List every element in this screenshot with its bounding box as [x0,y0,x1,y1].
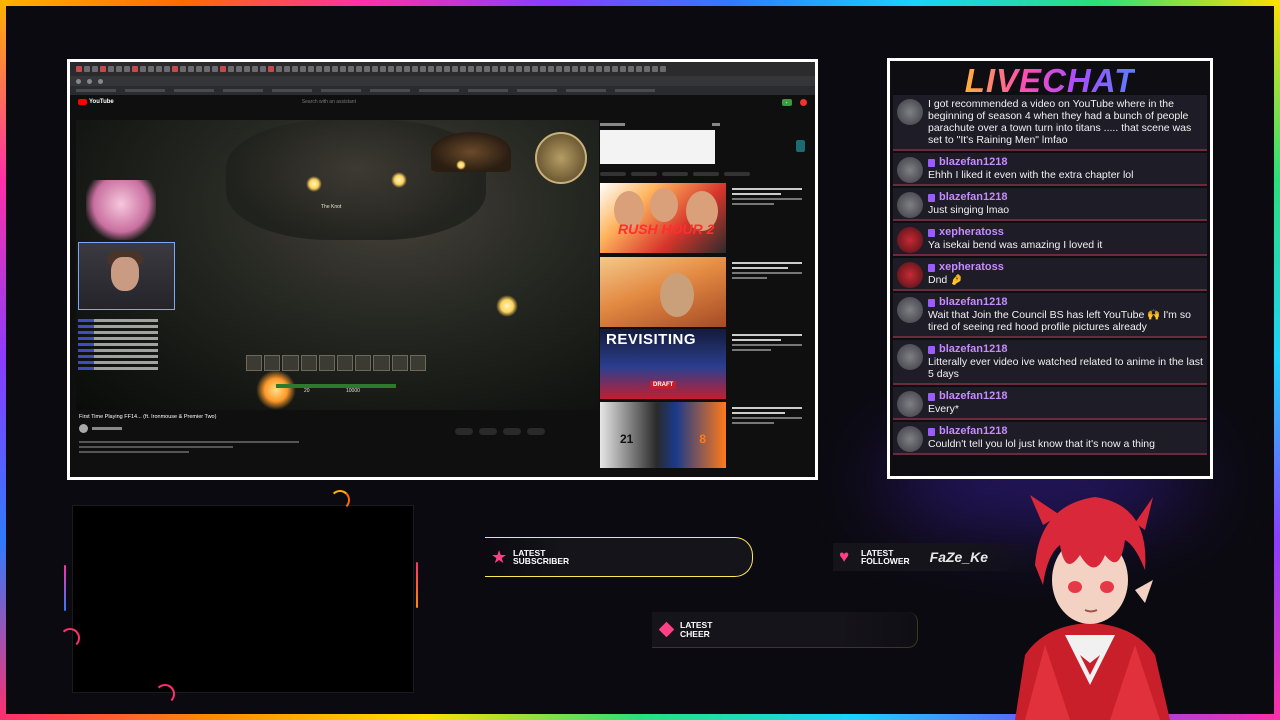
badge-icon [928,427,935,436]
spell-effect [256,370,296,410]
decor-ring [330,490,350,510]
badge-icon [928,193,935,202]
video-actions [455,428,545,435]
youtube-search-input[interactable]: Search with an assistant [302,99,442,105]
panel-edge-glow [64,565,66,611]
lantern-light [306,176,322,192]
badge-icon [928,298,935,307]
lantern-light [496,295,518,317]
download-button[interactable] [503,428,521,435]
ad-header [600,121,720,128]
diamond-icon [658,621,675,638]
recommendation-chips[interactable] [600,172,800,177]
chat-message: blazefan1218 Ehhh I liked it even with t… [893,153,1207,186]
lantern-light [391,172,407,188]
thumbnail-meta[interactable] [732,259,802,282]
hp-value: 10000 [346,388,360,394]
user-avatar [897,227,923,253]
thumbnail-meta[interactable] [732,185,802,208]
badge-icon [928,228,935,237]
chat-message: blazefan1218 Just singing lmao [893,188,1207,221]
reload-icon[interactable] [98,78,103,84]
user-avatar [897,262,923,288]
chat-message: I got recommended a video on YouTube whe… [893,95,1207,151]
embedded-chat [78,316,158,373]
chat-message: blazefan1218 Couldn't tell you lol just … [893,422,1207,455]
user-avatar [897,297,923,323]
webcam-overlay [78,242,175,310]
forward-icon[interactable] [87,78,92,84]
video-title: First Time Playing FF14... (ft. Ironmous… [79,414,217,420]
channel-info[interactable] [79,424,122,433]
recommended-thumbnail[interactable]: RUSH HOUR 2 [600,183,726,253]
frame-left-border [0,0,6,720]
badge-icon [928,392,935,401]
screen-capture: YouTube Search with an assistant + The K… [67,59,818,480]
recommended-thumbnail[interactable]: REVISITING DRAFT [600,329,726,399]
level-label: 20 [304,388,310,394]
thumbnail-meta[interactable] [732,331,802,354]
channel-avatar[interactable] [79,424,88,433]
youtube-header: YouTube Search with an assistant + [70,95,815,109]
latest-follower-name: FaZe_Ke [929,549,988,565]
save-button[interactable] [527,428,545,435]
browser-window: YouTube Search with an assistant + The K… [70,62,815,477]
back-icon[interactable] [76,78,81,84]
badge-icon [928,345,935,354]
thumbnail-meta[interactable] [732,404,802,427]
sidebar-ad[interactable] [600,130,715,164]
video-player[interactable]: The Knot 20 10000 [76,120,599,410]
decor-ring [60,628,80,648]
decor-ring [155,684,175,704]
video-description[interactable] [79,438,299,456]
game-minimap [535,132,587,184]
hp-bar [276,384,396,388]
recommended-thumbnail[interactable] [600,257,726,327]
badge-icon [928,158,935,167]
user-avatar [897,157,923,183]
empty-frame-panel [72,505,414,693]
latest-subscriber-widget: ★ LATEST SUBSCRIBER [485,537,753,577]
vtuber-overlay [86,180,156,240]
share-button[interactable] [479,428,497,435]
user-avatar [897,391,923,417]
address-bar[interactable] [70,76,815,86]
youtube-play-icon [78,99,87,105]
user-avatar [897,344,923,370]
vtuber-avatar [1015,495,1170,720]
star-icon: ★ [491,547,508,567]
latest-cheer-widget: LATEST CHEER [652,612,918,648]
chat-message: xepheratoss Ya isekai bend was amazing I… [893,223,1207,256]
user-avatar [897,99,923,125]
chat-message: blazefan1218 Wait that Join the Council … [893,293,1207,338]
location-label: The Knot [321,204,342,210]
chat-message: blazefan1218 Litterally ever video ive w… [893,340,1207,385]
chat-message-list: I got recommended a video on YouTube whe… [890,95,1210,457]
scroll-up-button[interactable] [796,140,805,152]
chat-message: blazefan1218 Every* [893,387,1207,420]
bookmarks-bar [70,86,815,95]
frame-right-border [1274,0,1280,720]
create-button[interactable]: + [781,98,792,106]
user-avatar [897,426,923,452]
like-button[interactable] [455,428,473,435]
account-avatar[interactable] [800,98,807,106]
lantern-light [456,160,466,170]
heart-icon: ♥ [839,547,850,566]
youtube-logo[interactable]: YouTube [78,99,114,105]
chat-message: xepheratoss Dnd 🤌 [893,258,1207,291]
badge-icon [928,263,935,272]
user-avatar [897,192,923,218]
browser-tab-strip[interactable] [70,62,815,76]
game-hotbar [246,355,427,371]
recommended-thumbnail[interactable]: 21 8 [600,402,726,468]
panel-edge-glow [416,562,418,608]
live-chat-panel: LIVECHAT I got recommended a video on Yo… [887,58,1213,479]
frame-top-border [0,0,1280,6]
